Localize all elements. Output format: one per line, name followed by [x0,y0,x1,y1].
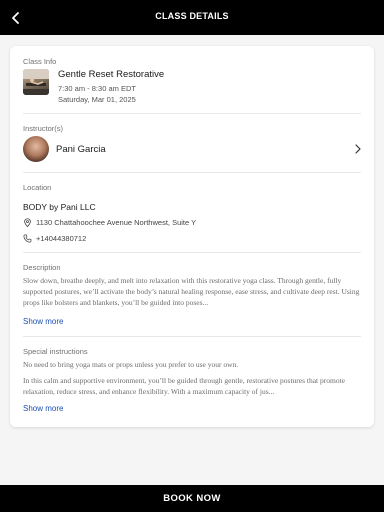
chevron-right-icon [355,144,361,154]
phone-text: +14044380712 [36,234,87,243]
special-instructions-line-1: No need to bring yoga mats or props unle… [23,360,239,369]
description-label: Description [23,263,61,272]
class-thumbnail [23,69,49,95]
class-time: 7:30 am - 8:30 am EDT [58,84,136,93]
avatar [23,136,49,162]
instructors-label: Instructor(s) [23,124,64,133]
special-instructions-line-2: In this calm and supportive environment,… [23,376,346,396]
class-details-card: Class Info Gentle Reset Restorative 7:30… [10,46,374,427]
description-show-more-link[interactable]: Show more [23,317,63,326]
address-row[interactable]: 1130 Chattahoochee Avenue Northwest, Sui… [23,218,196,227]
instructor-name: Pani Garcia [56,144,106,155]
description-text: Slow down, breathe deeply, and melt into… [23,276,360,307]
special-instructions-show-more-link[interactable]: Show more [23,404,63,413]
divider [23,172,361,173]
location-label: Location [23,183,52,192]
phone-row[interactable]: +14044380712 [23,234,86,243]
address-text: 1130 Chattahoochee Avenue Northwest, Sui… [36,218,197,227]
book-now-button[interactable]: BOOK NOW [0,485,384,512]
divider [23,113,361,114]
class-image [23,69,49,95]
top-bar: CLASS DETAILS [0,0,384,35]
page-title: CLASS DETAILS [155,11,229,21]
class-date: Saturday, Mar 01, 2025 [58,95,136,104]
class-info-label: Class Info [23,57,57,66]
studio-name: BODY by Pani LLC [23,202,96,212]
phone-icon [23,234,32,243]
special-instructions-label: Special instructions [23,347,88,356]
divider [23,252,361,253]
map-pin-icon [24,218,31,227]
divider [23,336,361,337]
class-name: Gentle Reset Restorative [58,69,165,80]
instructor-row[interactable]: Pani Garcia [23,136,364,164]
